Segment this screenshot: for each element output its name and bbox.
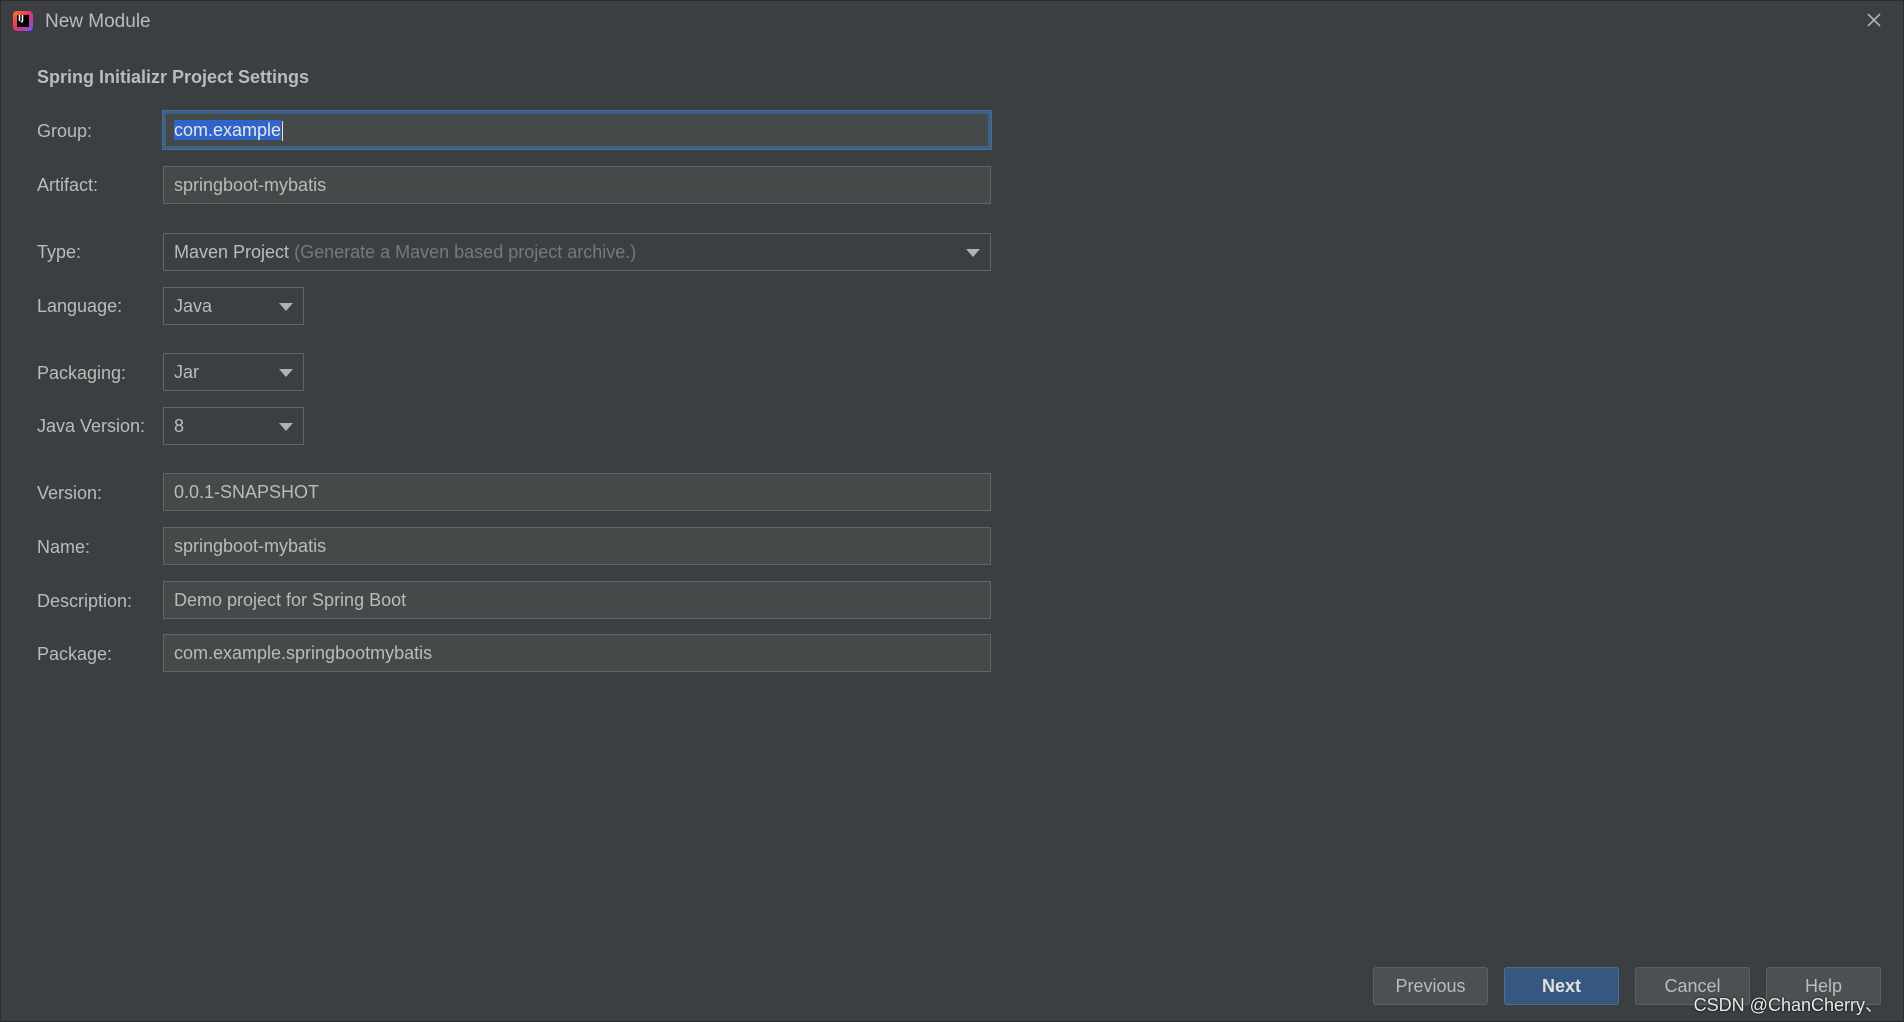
group-selected-value: com.example: [174, 120, 282, 140]
packaging-dropdown[interactable]: Jar: [163, 353, 304, 391]
intellij-app-icon: IJ: [13, 11, 33, 31]
language-dropdown[interactable]: Java: [163, 287, 304, 325]
dropdown-arrow-icon: [279, 369, 293, 377]
dropdown-arrow-icon: [966, 249, 980, 257]
type-dropdown[interactable]: Maven Project (Generate a Maven based pr…: [163, 233, 991, 271]
title-bar: IJ New Module: [1, 1, 1904, 43]
artifact-input[interactable]: springboot-mybatis: [163, 166, 991, 204]
type-hint: (Generate a Maven based project archive.…: [294, 242, 637, 262]
close-icon[interactable]: [1863, 9, 1885, 31]
version-label: Version:: [37, 483, 103, 503]
next-button[interactable]: Next: [1504, 967, 1619, 1005]
app-icon-text: IJ: [18, 14, 24, 23]
type-value: Maven Project: [174, 242, 290, 262]
java-version-label: Java Version:: [37, 416, 146, 436]
artifact-label: Artifact:: [37, 175, 99, 195]
type-label: Type:: [37, 242, 82, 262]
name-input[interactable]: springboot-mybatis: [163, 527, 991, 565]
name-label: Name:: [37, 537, 91, 557]
dropdown-arrow-icon: [279, 303, 293, 311]
java-version-dropdown[interactable]: 8: [163, 407, 304, 445]
java-version-value: 8: [174, 416, 185, 436]
previous-button[interactable]: Previous: [1373, 967, 1488, 1005]
watermark: CSDN @ChanCherry、: [1693, 995, 1883, 1015]
new-module-dialog: IJ New Module Spring Initializr Project …: [0, 0, 1904, 1022]
section-title: Spring Initializr Project Settings: [37, 67, 310, 87]
version-input[interactable]: 0.0.1-SNAPSHOT: [163, 473, 991, 511]
package-label: Package:: [37, 644, 113, 664]
group-label: Group:: [37, 121, 93, 141]
packaging-value: Jar: [174, 362, 200, 382]
language-label: Language:: [37, 296, 123, 316]
description-input[interactable]: Demo project for Spring Boot: [163, 581, 991, 619]
package-input[interactable]: com.example.springbootmybatis: [163, 634, 991, 672]
text-caret: [282, 121, 284, 142]
description-label: Description:: [37, 591, 133, 611]
packaging-label: Packaging:: [37, 363, 127, 383]
window-title: New Module: [45, 11, 151, 32]
language-value: Java: [174, 296, 213, 316]
group-input[interactable]: com.example: [163, 111, 991, 149]
dropdown-arrow-icon: [279, 423, 293, 431]
